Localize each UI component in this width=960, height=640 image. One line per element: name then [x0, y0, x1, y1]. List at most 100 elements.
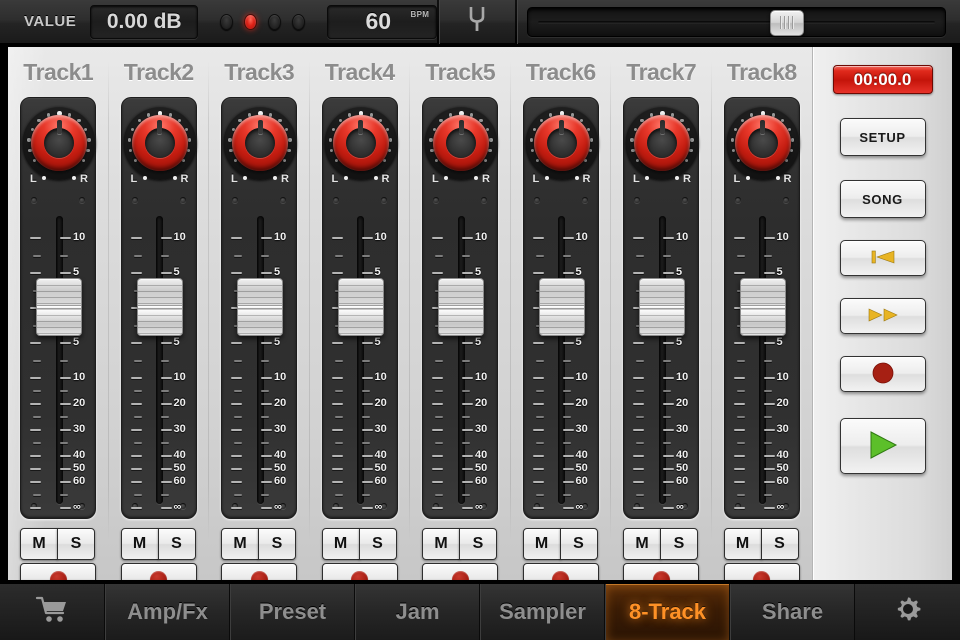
fader-scale-label: 5 [676, 336, 683, 348]
tab-share[interactable]: Share [730, 584, 855, 640]
solo-button[interactable]: S [57, 528, 95, 560]
song-button[interactable]: SONG [839, 180, 926, 218]
mute-button[interactable]: M [522, 528, 561, 560]
pan-knob[interactable] [332, 115, 389, 171]
time-display[interactable]: 00:00.0 [832, 65, 933, 94]
fader-tick [261, 455, 272, 457]
volume-fader[interactable] [237, 278, 283, 336]
tab-8-track[interactable]: 8-Track [605, 584, 730, 640]
volume-fader[interactable] [538, 278, 585, 336]
fader-tick-minor [435, 416, 443, 418]
volume-fader[interactable] [739, 278, 786, 336]
fast-forward-button[interactable] [839, 298, 926, 334]
fader-scale-label: 10 [575, 371, 588, 383]
solo-button[interactable]: S [660, 528, 698, 560]
fader-tick [130, 237, 142, 239]
solo-button[interactable]: S [157, 528, 196, 560]
pan-knob[interactable] [433, 115, 489, 171]
pan-knob-indicator [760, 120, 765, 134]
bpm-display[interactable]: 60 BPM [327, 4, 438, 39]
mute-button[interactable]: M [321, 528, 360, 560]
solo-button[interactable]: S [760, 528, 799, 560]
record-arm-button[interactable] [522, 563, 599, 580]
fader-scale-label: 60 [475, 475, 488, 487]
fader-tick [261, 342, 272, 344]
tab-amp-fx[interactable]: Amp/Fx [105, 584, 230, 640]
fader-tick [633, 403, 644, 405]
volume-fader[interactable] [639, 278, 685, 336]
fader-tick-minor [663, 442, 671, 444]
fader-tick-minor [663, 359, 671, 362]
tuner-button[interactable] [439, 0, 515, 43]
pan-knob-area: LR [323, 100, 399, 192]
pan-left-label: L [432, 173, 439, 185]
fader-scale-label: 5 [374, 266, 381, 278]
record-arm-button[interactable] [723, 563, 800, 580]
mute-button[interactable]: M [221, 528, 259, 560]
panel-screw [280, 197, 286, 203]
solo-button[interactable]: S [459, 528, 497, 560]
record-arm-button[interactable] [120, 563, 197, 580]
pan-knob[interactable] [734, 115, 791, 171]
fader-scale-label: 10 [776, 231, 789, 243]
record-arm-button[interactable] [422, 563, 498, 580]
fader-area: 10505102030405060∞ [323, 210, 399, 513]
record-button[interactable] [839, 356, 926, 392]
fader-tick [432, 377, 443, 379]
volume-fader[interactable] [337, 278, 384, 336]
pan-left-dot [243, 176, 247, 180]
fader-scale-label: 50 [475, 462, 488, 474]
record-arm-icon [250, 570, 268, 580]
fader-scale-label: 50 [776, 462, 789, 474]
pan-left-dot [343, 176, 348, 180]
rewind-to-start-button[interactable] [839, 240, 926, 276]
mute-button[interactable]: M [623, 528, 661, 560]
fader-scale-label: 20 [274, 397, 287, 409]
fader-tick [462, 468, 473, 470]
setup-button[interactable]: SETUP [839, 118, 926, 156]
knob-tick-dot [186, 149, 191, 153]
store-tab[interactable] [0, 584, 105, 640]
solo-button[interactable]: S [358, 528, 397, 560]
solo-button[interactable]: S [258, 528, 296, 560]
fader-area: 10505102030405060∞ [222, 210, 298, 513]
pan-knob[interactable] [533, 115, 590, 171]
volume-fader[interactable] [136, 278, 183, 336]
volume-fader[interactable] [36, 278, 82, 336]
mute-button[interactable]: M [723, 528, 762, 560]
pan-knob[interactable] [31, 115, 87, 171]
record-arm-button[interactable] [623, 563, 699, 580]
master-slider[interactable] [527, 6, 946, 37]
mute-button[interactable]: M [20, 528, 58, 560]
fader-tick [30, 342, 41, 344]
record-arm-icon [49, 570, 67, 580]
record-arm-button[interactable] [20, 563, 96, 580]
slider-thumb[interactable] [769, 9, 804, 36]
fader-tick [261, 507, 272, 509]
fader-tick-minor [334, 390, 343, 392]
mute-button[interactable]: M [120, 528, 159, 560]
fader-tick-minor [33, 359, 41, 362]
tab-preset[interactable]: Preset [230, 584, 355, 640]
mute-button[interactable]: M [422, 528, 460, 560]
value-display[interactable]: 0.00 dB [90, 4, 199, 39]
panel-screw [682, 197, 688, 203]
settings-tab[interactable] [855, 584, 960, 640]
play-button[interactable] [839, 418, 926, 474]
tab-sampler[interactable]: Sampler [480, 584, 605, 640]
record-arm-icon [451, 570, 469, 580]
volume-fader[interactable] [438, 278, 484, 336]
pan-knob[interactable] [232, 115, 288, 171]
record-arm-button[interactable] [221, 563, 297, 580]
fader-tick [462, 481, 473, 483]
fader-scale-label: 10 [73, 231, 86, 243]
pan-knob[interactable] [634, 115, 690, 171]
fader-tick [231, 455, 242, 457]
solo-button[interactable]: S [559, 528, 598, 560]
pan-knob[interactable] [131, 115, 188, 171]
fader-scale-label: 40 [776, 449, 789, 461]
record-arm-button[interactable] [321, 563, 398, 580]
fader-tick [130, 468, 142, 470]
tab-jam[interactable]: Jam [355, 584, 480, 640]
fader-tick [562, 403, 574, 405]
